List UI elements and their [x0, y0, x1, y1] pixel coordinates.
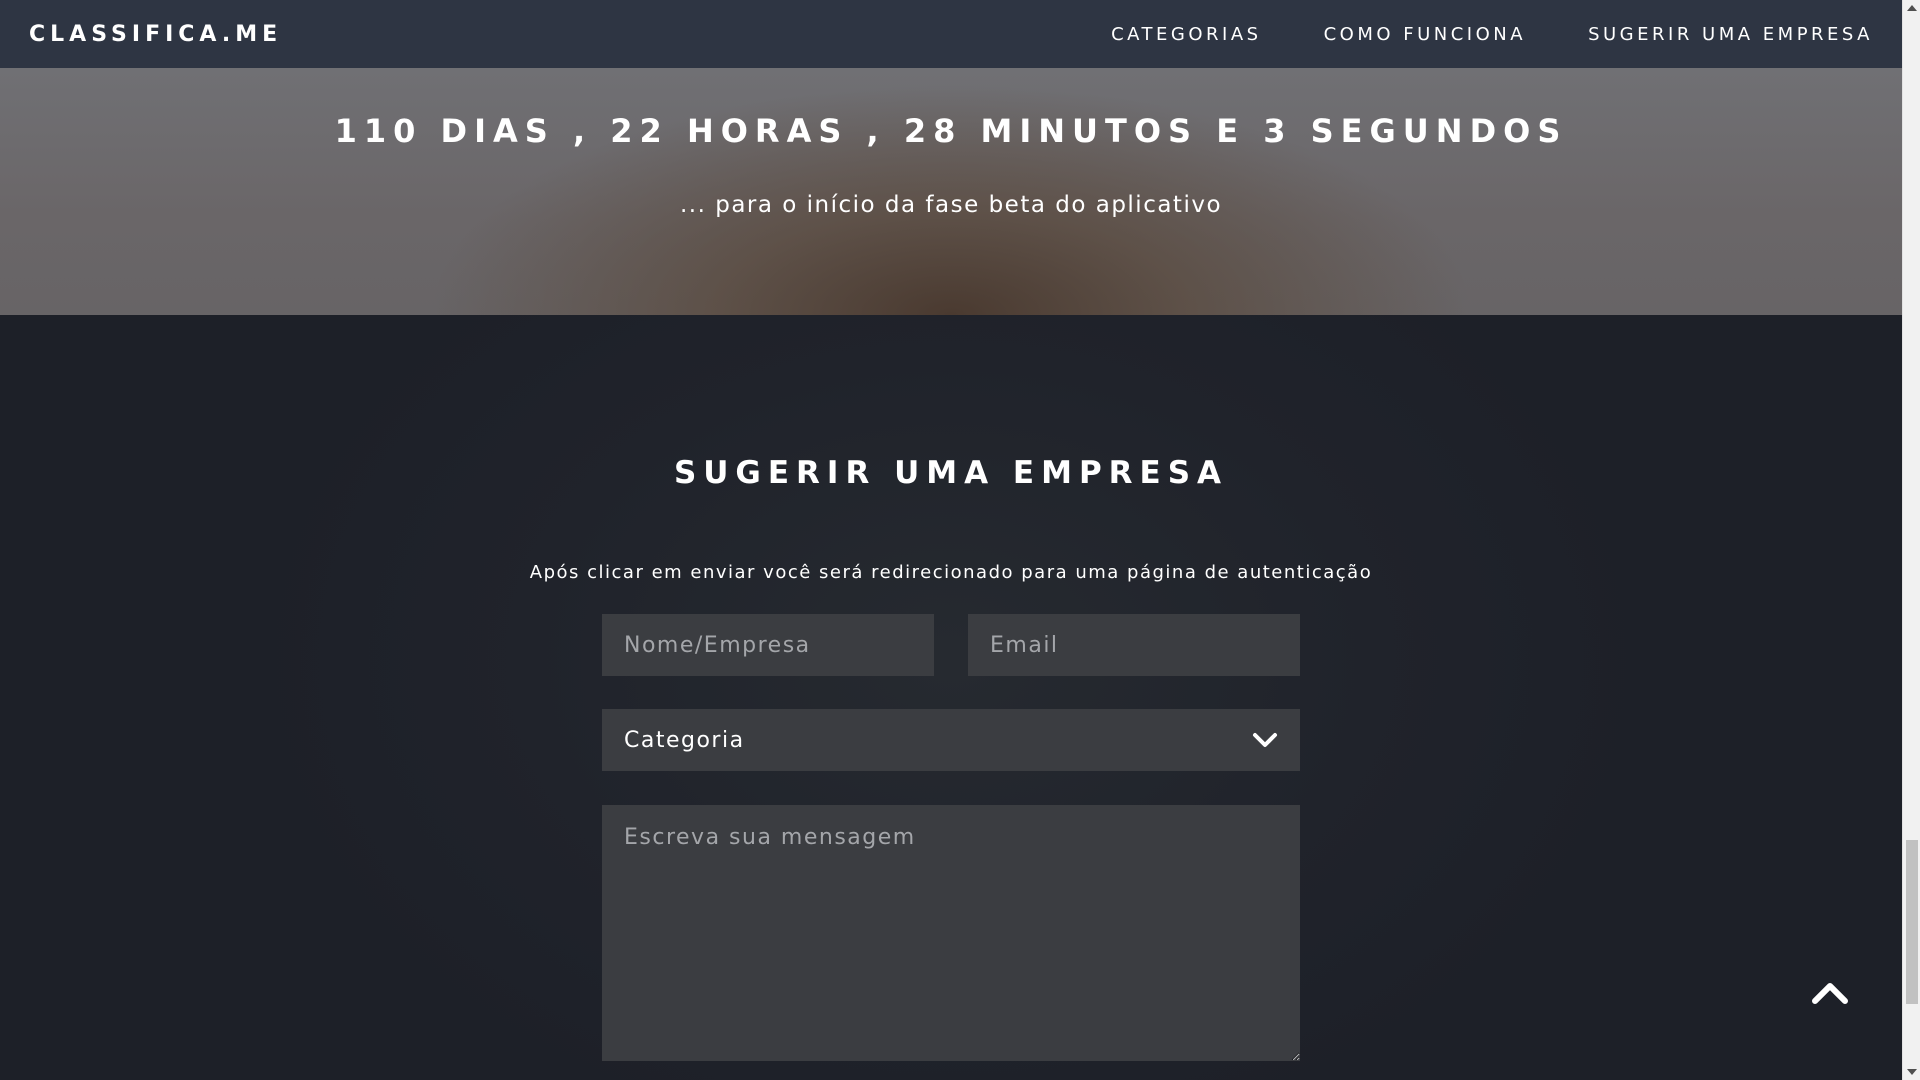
suggest-company-section: SUGERIR UMA EMPRESA Após clicar em envia… — [0, 315, 1902, 1080]
name-company-input[interactable] — [602, 614, 934, 676]
page-scrollbar[interactable] — [1902, 0, 1920, 1080]
auth-redirect-note: Após clicar em enviar você será redireci… — [529, 562, 1373, 583]
scrollbar-down-arrow-icon[interactable] — [1903, 1064, 1920, 1080]
scrollbar-thumb[interactable] — [1906, 840, 1918, 1004]
nav-links: CATEGORIAS COMO FUNCIONA SUGERIR UMA EMP… — [1049, 24, 1873, 45]
page: CLASSIFICA.ME CATEGORIAS COMO FUNCIONA S… — [0, 0, 1920, 1080]
scrollbar-up-arrow-icon[interactable] — [1903, 0, 1920, 16]
category-select-value: Categoria — [624, 727, 745, 753]
section-title: SUGERIR UMA EMPRESA — [673, 455, 1229, 491]
email-input[interactable] — [968, 614, 1300, 676]
countdown-text: 110 DIAS , 22 HORAS , 28 MINUTOS E 3 SEG… — [334, 112, 1568, 150]
category-select[interactable]: Categoria — [602, 709, 1300, 771]
scroll-to-top-chevron-up-icon[interactable] — [1810, 978, 1850, 1006]
message-textarea[interactable] — [602, 805, 1300, 1061]
countdown-banner: 110 DIAS , 22 HORAS , 28 MINUTOS E 3 SEG… — [0, 68, 1902, 315]
chevron-down-icon — [1253, 733, 1277, 747]
nav-link-como-funciona[interactable]: COMO FUNCIONA — [1324, 24, 1526, 45]
brand-logo[interactable]: CLASSIFICA.ME — [29, 22, 282, 47]
navbar: CLASSIFICA.ME CATEGORIAS COMO FUNCIONA S… — [0, 0, 1902, 68]
nav-link-sugerir-empresa[interactable]: SUGERIR UMA EMPRESA — [1588, 24, 1873, 45]
countdown-subtitle: ... para o início da fase beta do aplica… — [679, 192, 1223, 218]
nav-link-categorias[interactable]: CATEGORIAS — [1111, 24, 1262, 45]
